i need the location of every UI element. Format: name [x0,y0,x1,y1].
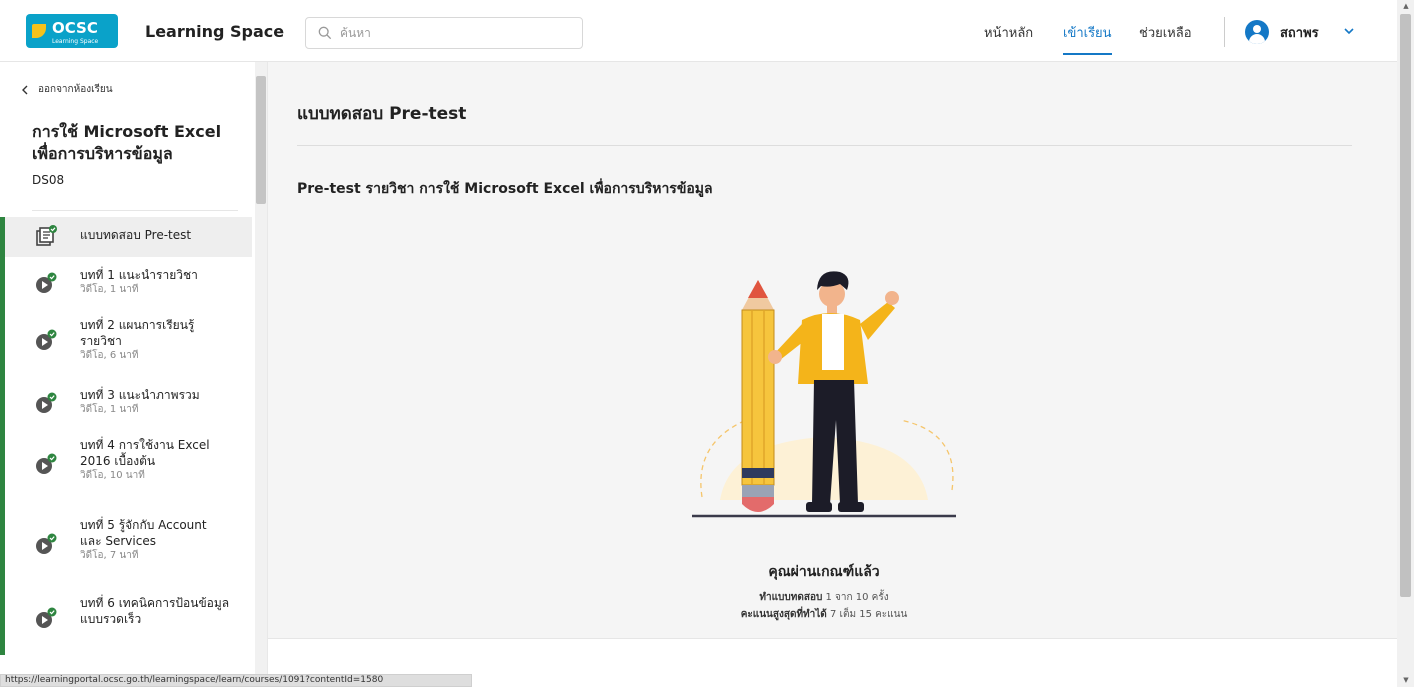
video-play-icon [36,607,57,628]
nav-divider [1224,17,1225,47]
lesson-name: บทที่ 3 แนะนำภาพรวม [80,388,200,402]
lesson-item-4[interactable]: บทที่ 4 การใช้งาน Excel 2016 เบื้องต้น ว… [0,427,252,507]
video-play-icon [36,329,57,350]
nav-active-indicator [1063,53,1112,55]
best-score: คะแนนสูงสุดที่ทำได้ 7 เต็ม 15 คะแนน [674,607,974,622]
lesson-item-3[interactable]: บทที่ 3 แนะนำภาพรวม วิดีโอ, 1 นาที [0,377,252,427]
search-icon [318,26,332,40]
page-title: แบบทดสอบ Pre-test [297,104,467,124]
lesson-item-6[interactable]: บทที่ 6 เทคนิคการป้อนข้อมูลแบบรวดเร็ว [0,585,252,655]
title-divider [297,145,1352,146]
lesson-item-1[interactable]: บทที่ 1 แนะนำรายวิชา วิดีโอ, 1 นาที [0,257,252,307]
lesson-item-2[interactable]: บทที่ 2 แผนการเรียนรู้รายวิชา วิดีโอ, 6 … [0,307,252,377]
quiz-icon [36,225,57,246]
attempt-count: ทำแบบทดสอบ 1 จาก 10 ครั้ง [674,590,974,605]
logo-mark-icon [32,24,46,38]
quiz-title: Pre-test รายวิชา การใช้ Microsoft Excel … [297,181,713,197]
window-scroll-thumb[interactable] [1400,14,1411,597]
lesson-name: บทที่ 1 แนะนำรายวิชา [80,268,198,282]
course-title: การใช้ Microsoft Excel เพื่อการบริหารข้อ… [32,122,222,163]
lesson-name: บทที่ 4 การใช้งาน Excel 2016 เบื้องต้น [80,438,210,468]
chevron-left-icon [22,85,28,94]
course-code: DS08 [32,173,65,187]
lesson-meta: วิดีโอ, 1 นาที [80,404,139,415]
search-input[interactable] [340,26,570,40]
pencil-person-illustration [692,271,956,518]
top-navigation-bar: OCSC Learning Space Learning Space หน้าห… [0,0,1397,62]
search-box[interactable] [305,17,583,49]
lesson-meta: วิดีโอ, 6 นาที [80,350,139,361]
status-bar-url: https://learningportal.ocsc.go.th/learni… [0,674,472,687]
username[interactable]: สถาพร [1280,22,1319,43]
lesson-meta: วิดีโอ, 10 นาที [80,470,145,481]
sidebar-divider [32,210,238,211]
score-value: 7 เต็ม 15 คะแนน [829,609,908,620]
nav-home[interactable]: หน้าหลัก [984,22,1033,43]
scroll-down-arrow-icon[interactable]: ▼ [1401,676,1411,686]
lesson-name: แบบทดสอบ Pre-test [80,228,192,242]
chevron-down-icon[interactable] [1342,24,1356,38]
nav-help[interactable]: ช่วยเหลือ [1139,22,1192,43]
lesson-name: บทที่ 6 เทคนิคการป้อนข้อมูลแบบรวดเร็ว [80,596,230,626]
sidebar-scroll-thumb[interactable] [256,76,266,204]
pass-status-text: คุณผ่านเกณฑ์แล้ว [768,564,880,580]
scroll-up-arrow-icon[interactable]: ▲ [1401,2,1411,12]
video-play-icon [36,533,57,554]
ocsc-logo[interactable]: OCSC Learning Space [26,14,118,48]
video-play-icon [36,392,57,413]
user-avatar-icon[interactable] [1245,20,1269,44]
video-play-icon [36,272,57,293]
attempt-label: ทำแบบทดสอบ [759,592,823,603]
lesson-name: บทที่ 2 แผนการเรียนรู้รายวิชา [80,318,195,348]
exit-classroom-link[interactable]: ออกจากห้องเรียน [20,82,113,97]
logo-text: OCSC [52,18,98,37]
lesson-name: บทที่ 5 รู้จักกับ Account และ Services [80,518,207,548]
lesson-list: แบบทดสอบ Pre-test บทที่ 1 แนะนำรายวิชา ว… [0,217,252,655]
lesson-meta: วิดีโอ, 7 นาที [80,550,139,561]
lesson-meta: วิดีโอ, 1 นาที [80,284,139,295]
attempt-value: 1 จาก 10 ครั้ง [825,592,889,603]
lesson-item-pretest[interactable]: แบบทดสอบ Pre-test [0,217,252,257]
exit-classroom-label: ออกจากห้องเรียน [38,84,113,95]
score-label: คะแนนสูงสุดที่ทำได้ [740,609,827,620]
lesson-item-5[interactable]: บทที่ 5 รู้จักกับ Account และ Services ว… [0,507,252,585]
app-title: Learning Space [145,22,285,41]
nav-learn[interactable]: เข้าเรียน [1063,22,1112,43]
logo-subtext: Learning Space [52,37,99,45]
video-play-icon [36,453,57,474]
course-sidebar: ออกจากห้องเรียน การใช้ Microsoft Excel เ… [0,62,268,687]
